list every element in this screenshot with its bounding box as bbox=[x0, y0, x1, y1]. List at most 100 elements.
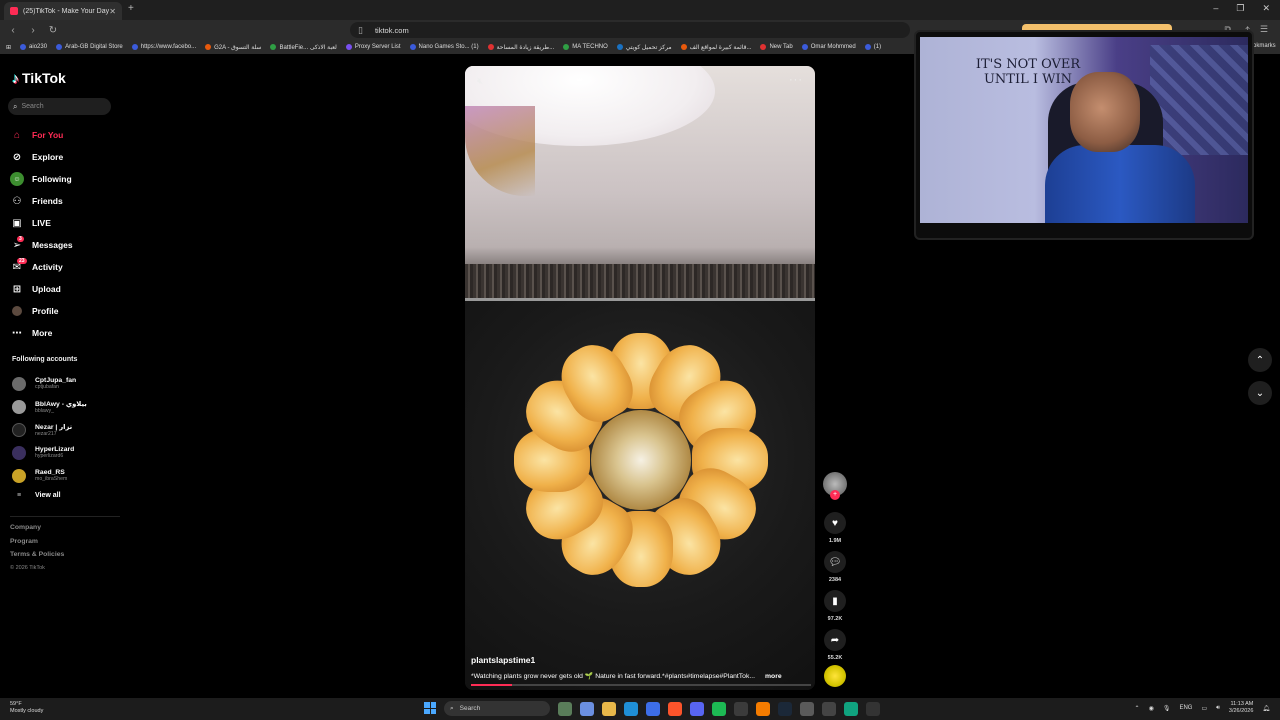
all-bookmarks-label[interactable]: okmarks bbox=[1253, 43, 1276, 49]
next-video-button[interactable]: ⌄ bbox=[1248, 381, 1272, 405]
app-icon[interactable] bbox=[756, 702, 770, 716]
video-player[interactable]: 🔇︎ ··· plantslapstime1 *Watching plants … bbox=[465, 66, 815, 690]
forward-icon[interactable]: › bbox=[26, 25, 40, 36]
bookmark-item[interactable]: aio230 bbox=[20, 44, 47, 50]
search-input[interactable]: ⌕ Search bbox=[8, 98, 111, 115]
bookmark-item[interactable]: طريقة زيادة المساحة... bbox=[487, 44, 554, 51]
sidebar-item-upload[interactable]: ⊞ Upload bbox=[10, 278, 120, 300]
view-all-button[interactable]: ≡ View all bbox=[12, 487, 122, 503]
sidebar-item-for-you[interactable]: ⌂ For You bbox=[10, 124, 120, 146]
music-disc-icon[interactable] bbox=[824, 665, 846, 687]
taskbar-search[interactable]: ⌕ Search bbox=[444, 701, 550, 716]
tiktok-logo[interactable]: ♪ TikTok bbox=[12, 70, 66, 86]
save-button[interactable]: ▮ 97.2K bbox=[823, 590, 847, 622]
app-icon[interactable] bbox=[844, 702, 858, 716]
settings-icon[interactable] bbox=[800, 702, 814, 716]
bookmark-item[interactable]: G2A - سلة التسوق bbox=[205, 44, 261, 51]
author-avatar[interactable]: + bbox=[823, 472, 847, 500]
comment-button[interactable]: 💬︎ 2384 bbox=[823, 551, 847, 583]
discord-icon[interactable] bbox=[690, 702, 704, 716]
bookmark-item[interactable]: قائمة كبيرة لمواقع الف... bbox=[680, 44, 751, 51]
sidebar-item-messages[interactable]: ➢ 3 Messages bbox=[10, 234, 120, 256]
list-item[interactable]: HyperLizard hyperlizard6 bbox=[12, 441, 122, 464]
bookmark-item[interactable]: Proxy Server List bbox=[345, 44, 401, 50]
sidebar-item-profile[interactable]: Profile bbox=[10, 300, 120, 322]
bookmark-item[interactable]: New Tab bbox=[760, 44, 793, 50]
list-item[interactable]: BblAwy - بيلاوي bblawy_ bbox=[12, 395, 122, 418]
minimize-icon[interactable]: – bbox=[1213, 3, 1218, 14]
sidebar-item-following[interactable]: ☺ Following bbox=[10, 168, 120, 190]
footer-link-company[interactable]: Company bbox=[10, 524, 64, 538]
more-options-icon[interactable]: ··· bbox=[789, 74, 803, 86]
spotify-icon[interactable] bbox=[712, 702, 726, 716]
bookmark-item[interactable]: Omar Mohmmed bbox=[801, 44, 856, 50]
previous-video-button[interactable]: ⌃ bbox=[1248, 348, 1272, 372]
compass-icon: ⊘ bbox=[12, 151, 22, 163]
bookmark-icon[interactable]: ▯ bbox=[358, 25, 363, 36]
sidebar-item-label: Profile bbox=[32, 306, 59, 316]
soil-strip bbox=[465, 264, 815, 298]
edge-icon[interactable] bbox=[624, 702, 638, 716]
chevron-up-icon[interactable]: ⌃ bbox=[1135, 705, 1140, 712]
new-tab-icon[interactable]: + bbox=[128, 3, 134, 14]
sidebar-menu: ⌂ For You ⊘ Explore ☺ Following ⚇ Friend… bbox=[10, 124, 120, 344]
close-window-icon[interactable]: ✕ bbox=[1262, 3, 1270, 14]
network-icon[interactable]: ◉ bbox=[1149, 705, 1154, 712]
weather-widget[interactable]: 59°F Mostly cloudy bbox=[10, 701, 43, 714]
taskview-icon[interactable] bbox=[558, 702, 572, 716]
follow-plus-icon[interactable]: + bbox=[830, 490, 840, 500]
app-icon[interactable] bbox=[866, 702, 880, 716]
footer-link-terms[interactable]: Terms & Policies bbox=[10, 551, 64, 565]
app-icon[interactable] bbox=[822, 702, 836, 716]
sidebar-item-live[interactable]: ▣ LIVE bbox=[10, 212, 120, 234]
avatar bbox=[12, 445, 26, 460]
share-button[interactable]: ➦ 55.2K bbox=[823, 629, 847, 661]
list-item[interactable]: Raed_RS mo_ibraShem bbox=[12, 464, 122, 487]
chrome-icon[interactable] bbox=[734, 702, 748, 716]
windows-start-icon[interactable] bbox=[424, 702, 436, 714]
volume-icon[interactable]: 🔊︎ bbox=[1216, 705, 1220, 712]
sidebar-item-explore[interactable]: ⊘ Explore bbox=[10, 146, 120, 168]
footer-link-program[interactable]: Program bbox=[10, 538, 64, 552]
bookmark-item[interactable]: BattleFie... لعبة الاذكى bbox=[270, 44, 337, 51]
bookmark-item[interactable]: Nano Games Sto... (1) bbox=[409, 44, 479, 50]
menu-icon[interactable]: ☰ bbox=[1260, 24, 1268, 37]
sidebar-item-label: Activity bbox=[32, 262, 63, 272]
taskbar-clock[interactable]: 11:13 AM 3/26/2026 bbox=[1229, 701, 1253, 715]
caption-more-link[interactable]: more bbox=[765, 673, 782, 680]
steam-icon[interactable] bbox=[778, 702, 792, 716]
store-icon[interactable] bbox=[646, 702, 660, 716]
list-item[interactable]: CptJupa_fan cptjubafan bbox=[12, 372, 122, 395]
notification-icon[interactable]: 🔔︎ bbox=[1262, 705, 1270, 712]
bookmark-item[interactable]: (1) bbox=[864, 44, 881, 50]
sidebar-item-label: Messages bbox=[32, 240, 73, 250]
bookmark-item[interactable]: Arab-GB Digital Store bbox=[56, 44, 123, 50]
video-progress-bar[interactable] bbox=[471, 684, 811, 686]
sidebar-item-friends[interactable]: ⚇ Friends bbox=[10, 190, 120, 212]
reload-icon[interactable]: ↻ bbox=[46, 25, 60, 36]
mic-icon[interactable]: 🎙︎ bbox=[1163, 705, 1171, 712]
language-indicator[interactable]: ENG bbox=[1179, 705, 1192, 711]
url-text: tiktok.com bbox=[374, 25, 409, 35]
sidebar-item-activity[interactable]: ✉ 23 Activity bbox=[10, 256, 120, 278]
bookmark-item[interactable]: مركز تحميل كويتي bbox=[616, 44, 672, 51]
video-author[interactable]: plantslapstime1 bbox=[471, 655, 535, 665]
list-item[interactable]: Nezar | نزار nezar217 bbox=[12, 418, 122, 441]
logo-text: TikTok bbox=[22, 70, 66, 86]
apps-icon[interactable]: ⊞ bbox=[6, 44, 11, 51]
bookmark-item[interactable]: MA TECHNO bbox=[563, 44, 608, 50]
url-field[interactable]: ▯ tiktok.com bbox=[350, 22, 910, 38]
like-button[interactable]: ♥ 1.9M bbox=[823, 512, 847, 544]
maximize-icon[interactable]: ❐ bbox=[1236, 3, 1244, 14]
browser-tab[interactable]: (25)TikTok - Make Your Day ✕ bbox=[4, 2, 122, 20]
file-explorer-icon[interactable] bbox=[602, 702, 616, 716]
sidebar-item-more[interactable]: ⋯ More bbox=[10, 322, 120, 344]
copilot-icon[interactable] bbox=[580, 702, 594, 716]
bookmark-item[interactable]: https://www.facebo... bbox=[131, 44, 196, 50]
video-action-bar: + ♥ 1.9M 💬︎ 2384 ▮ 97.2K ➦ 55.2K bbox=[823, 472, 847, 687]
monitor-icon[interactable]: ▭ bbox=[1201, 705, 1207, 712]
brave-icon[interactable] bbox=[668, 702, 682, 716]
back-icon[interactable]: ‹ bbox=[6, 25, 20, 36]
close-tab-icon[interactable]: ✕ bbox=[109, 7, 116, 16]
volume-muted-icon[interactable]: 🔇︎ bbox=[477, 76, 483, 87]
